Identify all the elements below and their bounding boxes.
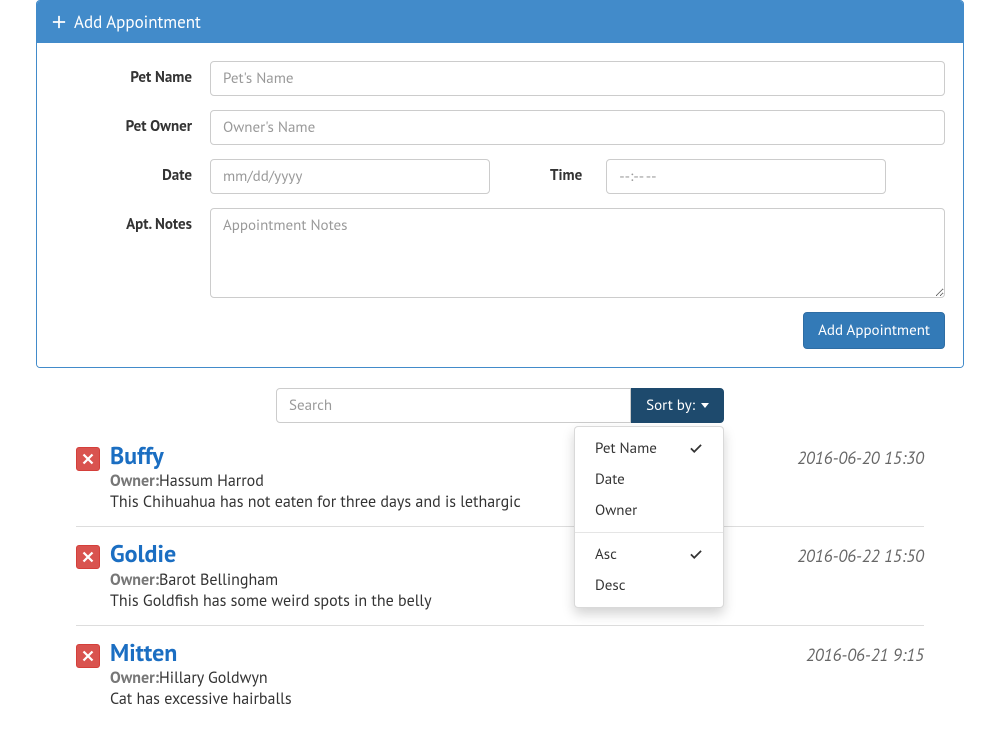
delete-button[interactable] bbox=[76, 644, 100, 668]
owner-label: Owner: bbox=[110, 668, 159, 688]
appointment-list: Buffy Owner:Hassum Harrod This Chihuahua… bbox=[36, 429, 964, 723]
search-input[interactable] bbox=[276, 388, 631, 423]
check-icon bbox=[689, 442, 703, 456]
close-icon bbox=[82, 453, 94, 465]
sort-by-label: Sort by: bbox=[646, 396, 695, 415]
list-item: Mitten Owner:Hillary Goldwyn Cat has exc… bbox=[76, 625, 924, 723]
pet-name-input[interactable] bbox=[210, 61, 945, 96]
label-notes: Apt. Notes bbox=[55, 208, 210, 234]
sort-dropdown: Pet Name Date Owner Asc Desc bbox=[574, 426, 724, 608]
owner-name[interactable]: Hassum Harrod bbox=[159, 471, 264, 491]
panel-heading[interactable]: Add Appointment bbox=[37, 1, 963, 43]
appointment-datetime: 2016-06-20 15:30 bbox=[797, 447, 924, 469]
close-icon bbox=[82, 551, 94, 563]
sort-order-desc[interactable]: Desc bbox=[575, 570, 723, 601]
owner-name[interactable]: Hillary Goldwyn bbox=[159, 668, 268, 688]
label-date: Date bbox=[55, 159, 210, 185]
owner-label: Owner: bbox=[110, 570, 159, 590]
panel-title: Add Appointment bbox=[74, 11, 201, 33]
check-icon bbox=[689, 548, 703, 562]
sort-option-date[interactable]: Date bbox=[575, 464, 723, 495]
panel-body: Pet Name Pet Owner Date Time Apt. Notes … bbox=[37, 43, 963, 367]
add-appointment-button[interactable]: Add Appointment bbox=[803, 312, 945, 349]
time-input[interactable] bbox=[606, 159, 886, 194]
delete-button[interactable] bbox=[76, 447, 100, 471]
pet-name[interactable]: Mitten bbox=[110, 640, 790, 666]
sort-order-asc[interactable]: Asc bbox=[575, 539, 723, 570]
label-time: Time bbox=[490, 159, 606, 185]
search-row: Sort by: Pet Name Date Owner Asc Desc bbox=[36, 388, 964, 423]
sort-option-owner[interactable]: Owner bbox=[575, 495, 723, 526]
dropdown-divider bbox=[575, 532, 723, 533]
owner-label: Owner: bbox=[110, 471, 159, 491]
add-appointment-panel: Add Appointment Pet Name Pet Owner Date … bbox=[36, 0, 964, 368]
appointment-datetime: 2016-06-21 9:15 bbox=[806, 644, 924, 666]
label-pet-owner: Pet Owner bbox=[55, 110, 210, 136]
notes-textarea[interactable] bbox=[210, 208, 945, 298]
owner-name[interactable]: Barot Bellingham bbox=[159, 570, 278, 590]
caret-down-icon bbox=[701, 403, 709, 408]
appointment-datetime: 2016-06-22 15:50 bbox=[797, 545, 924, 567]
list-item: Buffy Owner:Hassum Harrod This Chihuahua… bbox=[76, 429, 924, 526]
date-input[interactable] bbox=[210, 159, 490, 194]
search-input-group: Sort by: bbox=[276, 388, 724, 423]
close-icon bbox=[82, 650, 94, 662]
sort-by-button[interactable]: Sort by: bbox=[631, 388, 724, 423]
delete-button[interactable] bbox=[76, 545, 100, 569]
list-item: Goldie Owner:Barot Bellingham This Goldf… bbox=[76, 526, 924, 624]
label-pet-name: Pet Name bbox=[55, 61, 210, 87]
sort-option-pet-name[interactable]: Pet Name bbox=[575, 433, 723, 464]
plus-icon bbox=[52, 15, 66, 29]
pet-owner-input[interactable] bbox=[210, 110, 945, 145]
appointment-notes[interactable]: Cat has excessive hairballs bbox=[110, 689, 790, 709]
